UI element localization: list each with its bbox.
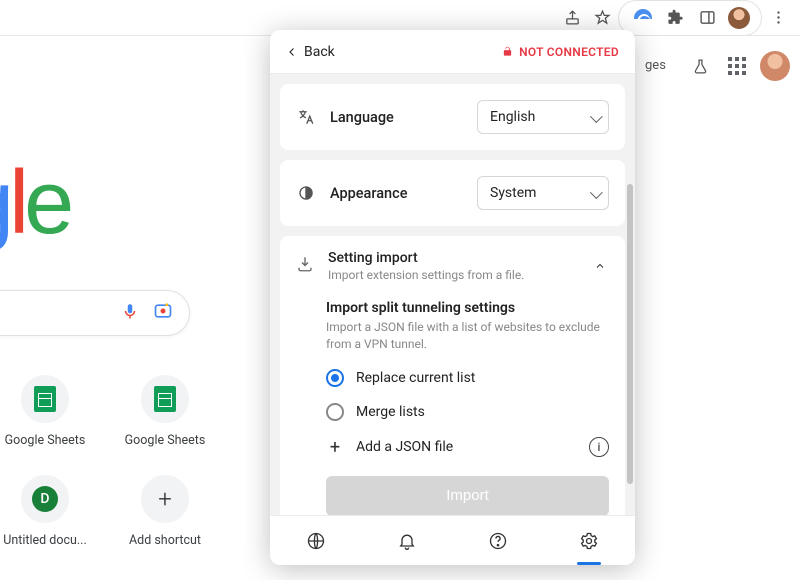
extension-pill [618, 0, 762, 36]
back-label: Back [304, 44, 335, 60]
shortcut-label: Untitled docu... [3, 533, 87, 548]
setting-import-toggle[interactable]: Setting import Import extension settings… [296, 250, 609, 282]
radio-icon [326, 369, 344, 387]
appearance-label: Appearance [330, 185, 426, 202]
connection-status: NOT CONNECTED [502, 45, 619, 59]
radio-merge[interactable]: Merge lists [326, 403, 609, 421]
tab-help[interactable] [478, 521, 518, 561]
docs-icon: D [32, 486, 58, 512]
sidepanel-icon[interactable] [693, 4, 721, 32]
shortcut-sheets-1[interactable]: Google Sheets [0, 375, 90, 448]
import-body: Import split tunneling settings Import a… [326, 300, 609, 515]
chevron-up-icon [591, 257, 609, 275]
shortcut-label: Google Sheets [5, 433, 86, 448]
lock-open-icon [502, 45, 513, 58]
appearance-setting: Appearance System [280, 160, 625, 226]
sheets-icon [154, 386, 176, 412]
shortcuts-row-2: D Untitled docu... + Add shortcut [0, 475, 210, 548]
import-icon [296, 255, 314, 277]
shortcut-add[interactable]: + Add shortcut [120, 475, 210, 548]
lens-search-icon[interactable] [153, 301, 173, 325]
plus-icon: + [326, 437, 344, 458]
contrast-icon [296, 184, 316, 202]
info-icon[interactable]: i [589, 437, 609, 457]
add-json-file[interactable]: + Add a JSON file i [326, 437, 609, 458]
voice-search-icon[interactable] [121, 300, 139, 326]
sheets-icon [34, 386, 56, 412]
extensions-icon[interactable] [661, 4, 689, 32]
help-icon [488, 531, 508, 551]
gear-icon [579, 531, 599, 551]
import-title: Setting import [328, 250, 577, 266]
language-label: Language [330, 109, 426, 126]
radio-replace[interactable]: Replace current list [326, 369, 609, 387]
panel-body: Language English Appearance System Setti… [270, 74, 635, 515]
back-button[interactable]: Back [280, 40, 341, 64]
radio-replace-label: Replace current list [356, 370, 475, 386]
language-value: English [490, 109, 535, 125]
language-setting: Language English [280, 84, 625, 150]
setting-import-section: Setting import Import extension settings… [280, 236, 625, 515]
import-button[interactable]: Import [326, 476, 609, 515]
translate-icon [296, 108, 316, 126]
partial-tab-text: ges [645, 58, 666, 73]
extension-panel: Back NOT CONNECTED Language English Appe… [270, 30, 635, 565]
shortcut-docs[interactable]: D Untitled docu... [0, 475, 90, 548]
google-logo-fragment: gle [0, 150, 69, 255]
status-label: NOT CONNECTED [519, 45, 619, 59]
labs-icon[interactable] [686, 52, 714, 80]
star-icon[interactable] [588, 4, 616, 32]
language-select[interactable]: English [477, 100, 609, 134]
import-section-title: Import split tunneling settings [326, 300, 609, 316]
tab-settings[interactable] [569, 521, 609, 561]
add-file-label: Add a JSON file [356, 439, 453, 455]
shortcut-label: Google Sheets [125, 433, 206, 448]
bell-icon [397, 531, 417, 551]
search-bar-fragment[interactable] [0, 290, 190, 336]
nordvpn-extension-icon[interactable] [629, 4, 657, 32]
appearance-value: System [490, 185, 536, 201]
shortcut-label: Add shortcut [129, 533, 201, 548]
radio-icon [326, 403, 344, 421]
profile-avatar-icon[interactable] [725, 4, 753, 32]
tab-notifications[interactable] [387, 521, 427, 561]
import-section-desc: Import a JSON file with a list of websit… [326, 319, 609, 353]
globe-icon [306, 531, 326, 551]
page-header-icons [686, 48, 790, 84]
account-avatar-icon[interactable] [760, 51, 790, 81]
appearance-select[interactable]: System [477, 176, 609, 210]
share-icon[interactable] [558, 4, 586, 32]
panel-header: Back NOT CONNECTED [270, 30, 635, 74]
scrollbar-thumb[interactable] [627, 184, 633, 484]
plus-icon: + [158, 485, 172, 513]
tab-globe[interactable] [296, 521, 336, 561]
menu-dots-icon[interactable] [764, 4, 792, 32]
scrollbar-track[interactable] [627, 74, 633, 484]
shortcuts-row: Google Sheets Google Sheets [0, 375, 210, 448]
import-subtitle: Import extension settings from a file. [328, 268, 577, 282]
shortcut-sheets-2[interactable]: Google Sheets [120, 375, 210, 448]
radio-merge-label: Merge lists [356, 404, 425, 420]
panel-footer [270, 515, 635, 565]
apps-grid-icon[interactable] [728, 57, 746, 75]
